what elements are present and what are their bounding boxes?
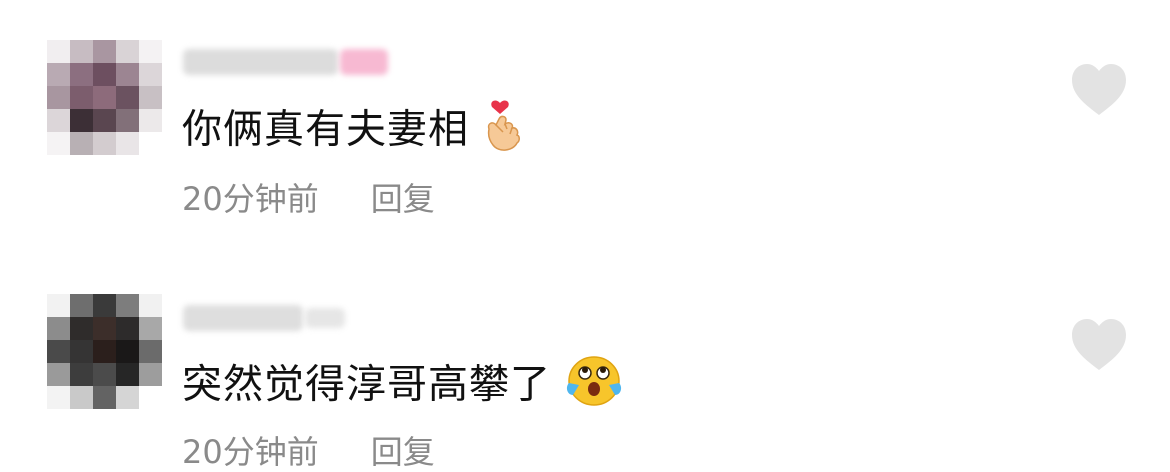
- finger-heart-emoji: [483, 99, 525, 164]
- comment-text-content: 你俩真有夫妻相: [182, 106, 469, 153]
- avatar[interactable]: [47, 294, 162, 409]
- reply-button[interactable]: 回复: [371, 180, 435, 218]
- comment-timestamp: 20分钟前: [182, 433, 319, 471]
- avatar[interactable]: [47, 40, 162, 155]
- comment-meta: 20分钟前 回复: [182, 432, 435, 472]
- heart-icon: [1072, 64, 1126, 115]
- comment-text: 突然觉得淳哥高攀了: [182, 355, 623, 418]
- username-blurred[interactable]: [183, 42, 388, 82]
- comment-meta: 20分钟前 回复: [182, 179, 435, 219]
- comment-text-content: 突然觉得淳哥高攀了: [182, 361, 551, 408]
- username-blurred[interactable]: [183, 298, 345, 338]
- like-button[interactable]: [1070, 318, 1128, 372]
- reply-button[interactable]: 回复: [371, 433, 435, 471]
- comment-timestamp: 20分钟前: [182, 180, 319, 218]
- comment-text: 你俩真有夫妻相: [182, 99, 525, 164]
- heart-icon: [1072, 319, 1126, 370]
- crying-laughing-emoji: [565, 355, 623, 418]
- like-button[interactable]: [1070, 63, 1128, 117]
